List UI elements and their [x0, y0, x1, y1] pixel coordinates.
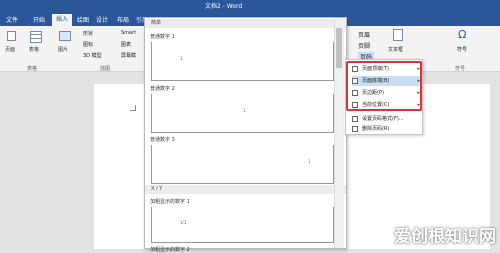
illustrations-group-label: 插图: [100, 66, 111, 72]
gallery-section-header: 简单: [145, 19, 346, 28]
number-sample: 1: [308, 159, 311, 164]
menu-item-format-page-numbers[interactable]: 设置页码格式(F)...: [352, 114, 422, 124]
highlight-box: [346, 61, 422, 111]
symbol-button[interactable]: 符号: [457, 46, 467, 53]
gallery-item-title: 加粗显示的数字 1: [150, 199, 190, 205]
tab-layout[interactable]: 布局: [117, 15, 129, 26]
number-sample: 1: [180, 56, 183, 61]
pictures-icon: [59, 31, 71, 41]
header-button[interactable]: 页眉: [358, 30, 370, 39]
screenshot-button[interactable]: 屏幕截: [121, 52, 136, 59]
page-number-gallery: 简单 普通数字 1 1 普通数字 2 1 普通数字 3 1 X / Y 加粗显示…: [144, 17, 347, 253]
table-group-label: 表格: [27, 66, 38, 72]
gallery-section-header: X / Y: [145, 185, 346, 194]
tab-draw[interactable]: 绘图: [77, 15, 89, 26]
gallery-item-bold-1[interactable]: 1/1: [151, 207, 334, 243]
symbols-group-label: 符号: [455, 66, 466, 72]
pages-button[interactable]: 页面: [5, 46, 15, 53]
gallery-item-title: 普通数字 3: [150, 137, 175, 143]
shapes-button[interactable]: 形状: [83, 30, 93, 37]
smartart-button[interactable]: Smart: [121, 30, 136, 36]
chart-button[interactable]: 图表: [121, 41, 131, 48]
gallery-item-plain-1[interactable]: 1: [151, 42, 334, 81]
tab-file[interactable]: 文件: [6, 15, 18, 26]
symbol-icon: Ω: [458, 28, 467, 41]
margin-marker: [130, 105, 136, 111]
tab-design[interactable]: 设计: [96, 15, 108, 26]
menu-item-label: 删除页码(R): [362, 126, 390, 132]
icons-button[interactable]: 图标: [83, 41, 93, 48]
gallery-scroll-thumb[interactable]: [336, 28, 342, 68]
delete-icon: [352, 126, 358, 132]
table-icon: [30, 31, 42, 43]
window-title: 文档2 - Word: [205, 3, 243, 10]
tab-insert[interactable]: 插入: [52, 14, 73, 26]
tab-home[interactable]: 开始: [33, 15, 45, 26]
gallery-item-title: 普通数字 1: [150, 34, 175, 40]
gallery-item-plain-2[interactable]: 1: [151, 94, 334, 133]
model3d-button[interactable]: 3D 模型: [83, 52, 102, 59]
gallery-item-title: 普通数字 2: [150, 86, 175, 92]
watermark-text: 爱创根知识网: [394, 227, 496, 247]
footer-button[interactable]: 页脚: [358, 41, 370, 50]
textbox-icon: [393, 29, 403, 41]
menu-item-label: 设置页码格式(F)...: [362, 116, 404, 122]
menu-item-remove-page-numbers[interactable]: 删除页码(R): [352, 124, 422, 134]
gallery-item-title: 加粗显示的数字 2: [150, 247, 190, 253]
table-button[interactable]: 表格: [29, 46, 39, 53]
textbox-button[interactable]: 文本框: [388, 46, 403, 53]
pages-icon: [7, 31, 16, 41]
format-icon: [352, 116, 358, 122]
number-sample: 1/1: [180, 220, 187, 225]
pictures-button[interactable]: 图片: [58, 46, 68, 53]
gallery-item-plain-3[interactable]: 1: [151, 145, 334, 184]
number-sample: 1: [243, 108, 246, 113]
